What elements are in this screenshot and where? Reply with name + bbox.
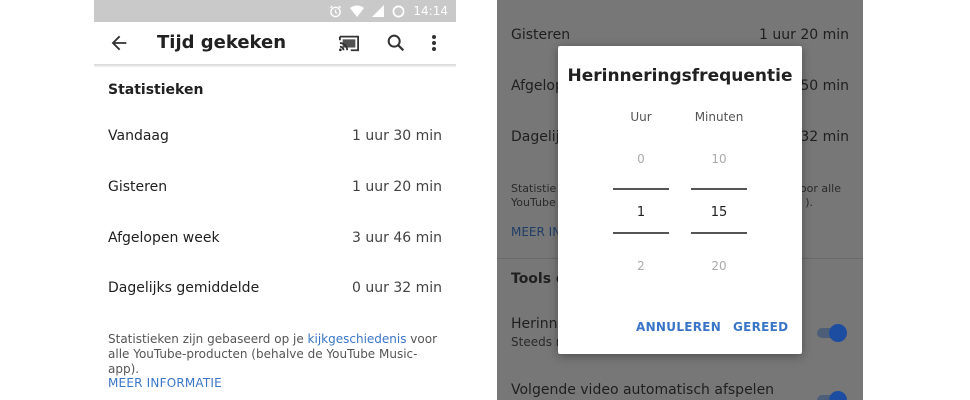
bg-row-average-value: 32 min xyxy=(800,129,849,145)
hour-option-prev[interactable]: 0 xyxy=(613,152,669,166)
reminder-dialog-screen: Gisteren 1 uur 20 min Afgelop 50 min Dag… xyxy=(497,0,863,400)
toggle-knob xyxy=(829,391,847,400)
statistics-note: Statistieken zijn gebaseerd op je kijkge… xyxy=(108,332,448,377)
bg-row-yesterday-label: Gisteren xyxy=(511,27,571,43)
stat-value: 0 uur 32 min xyxy=(352,280,442,296)
stat-value: 3 uur 46 min xyxy=(352,230,442,246)
stat-label: Dagelijks gemiddelde xyxy=(108,280,260,296)
minutes-column-heading: Minuten xyxy=(694,110,744,124)
bg-note-right-2: ). xyxy=(805,196,813,209)
minute-option-selected[interactable]: 15 xyxy=(691,205,747,220)
bg-note-left-1: Statistie xyxy=(511,182,557,195)
stat-value: 1 uur 30 min xyxy=(352,128,442,144)
bg-row-yesterday-value: 1 uur 20 min xyxy=(759,27,849,43)
stat-row-last-week: Afgelopen week 3 uur 46 min xyxy=(108,230,442,250)
dialog-title: Herinneringsfrequentie xyxy=(567,66,793,86)
signal-icon xyxy=(372,5,385,17)
watch-history-link[interactable]: kijkgeschiedenis xyxy=(308,332,407,346)
minute-option-prev[interactable]: 10 xyxy=(691,152,747,166)
reminder-toggle xyxy=(817,324,847,342)
section-heading-statistics: Statistieken xyxy=(108,82,204,98)
bg-row-week-label: Afgelop xyxy=(511,78,564,94)
stat-value: 1 uur 20 min xyxy=(352,179,442,195)
watch-time-screen: 14:14 Tijd gekeken Statistieken Vandaag … xyxy=(94,0,456,400)
autoplay-toggle xyxy=(817,391,847,400)
bg-note-left-2: YouTube xyxy=(511,196,556,209)
hour-option-selected[interactable]: 1 xyxy=(613,205,669,220)
page-title: Tijd gekeken xyxy=(157,32,287,53)
bg-reminder-sub: Steeds n xyxy=(511,335,564,349)
cancel-button[interactable]: ANNULEREN xyxy=(636,320,721,334)
battery-icon xyxy=(392,5,405,17)
bg-autoplay-label: Volgende video automatisch afspelen xyxy=(511,382,775,398)
alarm-icon xyxy=(330,5,342,17)
more-info-link[interactable]: MEER INFORMATIE xyxy=(108,376,222,390)
bg-row-week-value: 50 min xyxy=(800,78,849,94)
bg-note-right-1: oor alle xyxy=(799,182,841,195)
minute-selection-line-top xyxy=(691,188,747,190)
status-time: 14:14 xyxy=(413,4,448,18)
back-arrow-icon[interactable] xyxy=(108,32,130,54)
minute-selection-line-bottom xyxy=(691,232,747,234)
wifi-icon xyxy=(350,5,365,17)
cast-icon[interactable] xyxy=(338,33,360,53)
stat-row-today: Vandaag 1 uur 30 min xyxy=(108,128,442,148)
bg-row-average-label: Dagelij xyxy=(511,129,560,145)
more-vert-icon[interactable] xyxy=(426,32,442,54)
stat-label: Gisteren xyxy=(108,179,168,195)
bg-more-info-link: MEER IN xyxy=(511,225,562,239)
status-bar: 14:14 xyxy=(94,0,456,22)
stat-label: Vandaag xyxy=(108,128,169,144)
hour-selection-line-top xyxy=(613,188,669,190)
minute-option-next[interactable]: 20 xyxy=(691,259,747,273)
toggle-knob xyxy=(829,324,847,342)
hour-column-heading: Uur xyxy=(630,110,652,124)
app-bar: Tijd gekeken xyxy=(94,22,456,64)
stat-row-yesterday: Gisteren 1 uur 20 min xyxy=(108,179,442,199)
stat-row-daily-average: Dagelijks gemiddelde 0 uur 32 min xyxy=(108,280,442,300)
search-icon[interactable] xyxy=(385,32,407,54)
hour-option-next[interactable]: 2 xyxy=(613,259,669,273)
stat-label: Afgelopen week xyxy=(108,230,220,246)
app-bar-divider xyxy=(94,64,456,67)
reminder-frequency-dialog: Herinneringsfrequentie Uur Minuten 0 1 2… xyxy=(558,46,802,354)
note-text: Statistieken zijn gebaseerd op je xyxy=(108,332,308,346)
done-button[interactable]: GEREED xyxy=(733,320,788,334)
hour-selection-line-bottom xyxy=(613,232,669,234)
